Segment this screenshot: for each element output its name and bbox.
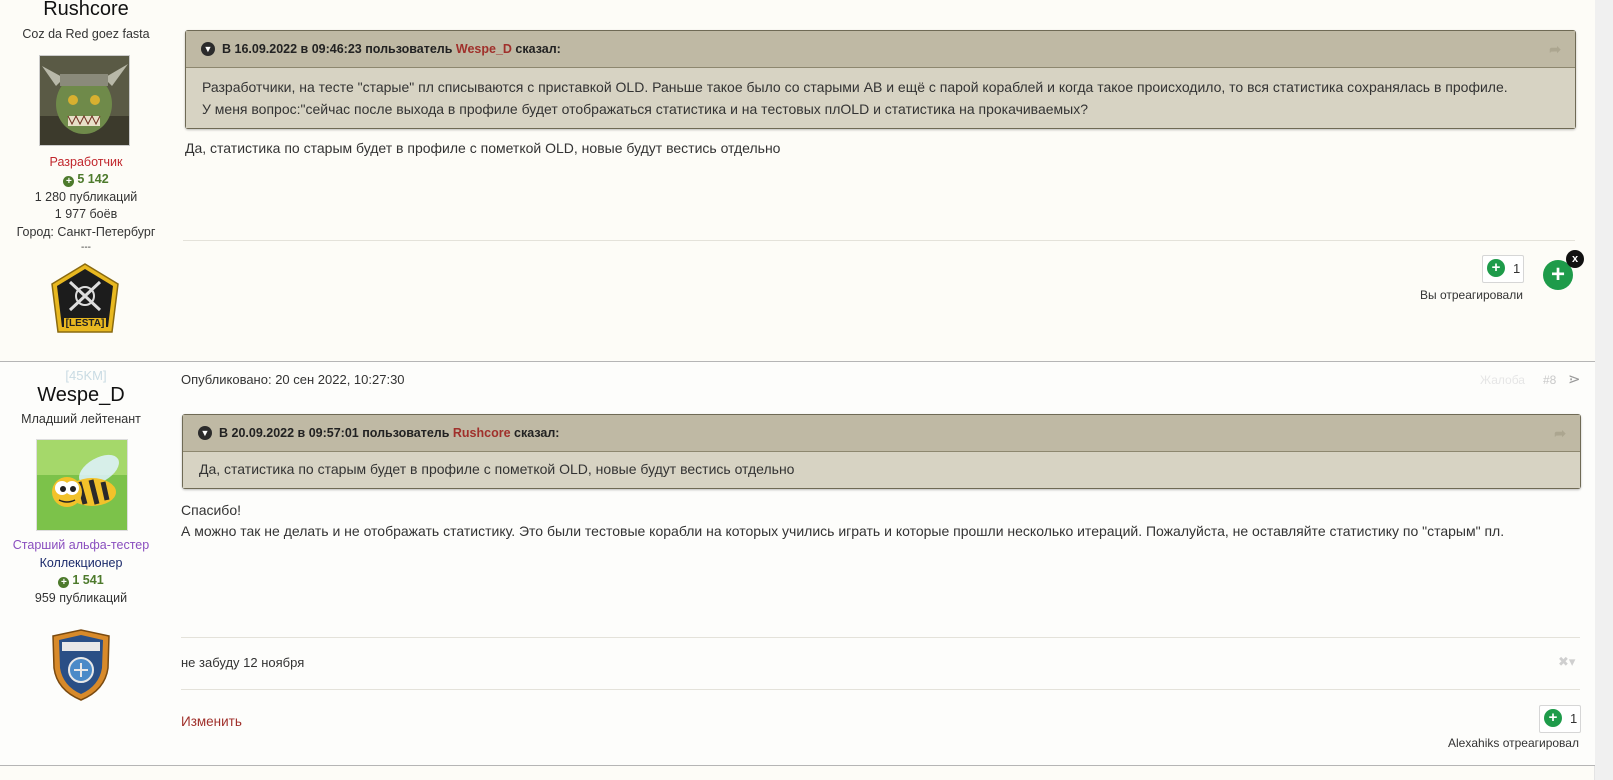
- share-icon[interactable]: ➦: [1549, 31, 1561, 67]
- divider: [181, 637, 1580, 638]
- post-number[interactable]: #8: [1543, 373, 1556, 387]
- author-reputation: +5 142: [0, 172, 172, 187]
- chevron-down-icon[interactable]: ▼: [201, 42, 215, 56]
- author-posts: 959 публикаций: [34, 591, 128, 605]
- signature-hide-icon[interactable]: ✖▾: [1558, 654, 1575, 670]
- author-reputation: +1 541: [0, 573, 162, 588]
- quote-body: Да, статистика по старым будет в профиле…: [183, 452, 1580, 488]
- badge-label: [LESTA]: [65, 318, 105, 329]
- reaction-count[interactable]: + 1: [1539, 705, 1581, 733]
- post-body-line2: А можно так не делать и не отображать ст…: [181, 523, 1505, 539]
- clan-emblem-icon: [50, 628, 112, 702]
- author-group: Старший альфа-тестер: [12, 538, 150, 552]
- share-icon[interactable]: ⋗: [1568, 370, 1581, 388]
- post-rushcore: Rushcore Coz da Red goez fasta Разработч…: [0, 0, 1595, 362]
- lesta-badge-icon: [LESTA]: [50, 262, 120, 336]
- author-avatar[interactable]: [39, 55, 130, 146]
- chevron-down-icon[interactable]: ▼: [198, 426, 212, 440]
- author-badge: Коллекционер: [39, 556, 123, 570]
- published-date: Опубликовано: 20 сен 2022, 10:27:30: [181, 372, 405, 387]
- author-group: Разработчик: [49, 155, 123, 169]
- quote-block: ▼ В 16.09.2022 в 09:46:23 пользователь W…: [185, 30, 1576, 129]
- signature: не забуду 12 ноября: [181, 655, 305, 670]
- quote-user-link[interactable]: Wespe_D: [456, 42, 512, 56]
- author-clan[interactable]: [45KM]: [0, 368, 172, 383]
- share-icon[interactable]: ➦: [1554, 415, 1566, 451]
- author-separator: ---: [81, 242, 91, 253]
- reacted-text: Вы отреагировали: [1420, 288, 1523, 302]
- plus-icon: +: [1487, 259, 1505, 277]
- report-link[interactable]: Жалоба: [1480, 373, 1525, 387]
- author-posts: 1 280 публикаций: [34, 190, 138, 204]
- edit-link[interactable]: Изменить: [181, 714, 242, 729]
- author-name[interactable]: Wespe_D: [0, 384, 162, 407]
- plus-icon: +: [63, 176, 75, 187]
- plus-icon: +: [1544, 709, 1562, 727]
- quote-header: ▼ В 16.09.2022 в 09:46:23 пользователь W…: [186, 31, 1575, 68]
- author-rank: Младший лейтенант: [21, 412, 141, 426]
- author-name[interactable]: Rushcore: [0, 0, 172, 21]
- quote-body: Разработчики, на тесте "старые" пл списы…: [186, 68, 1575, 128]
- quote-block: ▼ В 20.09.2022 в 09:57:01 пользователь R…: [182, 414, 1581, 489]
- author-title: Coz da Red goez fasta: [22, 27, 150, 41]
- divider: [181, 689, 1580, 690]
- post-body: Да, статистика по старым будет в профиле…: [185, 140, 781, 156]
- quote-header: ▼ В 20.09.2022 в 09:57:01 пользователь R…: [183, 415, 1580, 452]
- author-battles: 1 977 боёв: [54, 207, 118, 221]
- plus-icon: +: [58, 577, 70, 588]
- author-city: Город: Санкт-Петербург: [16, 225, 156, 239]
- divider: [183, 240, 1575, 241]
- reaction-count[interactable]: + 1: [1482, 255, 1524, 283]
- post-wespe: [45KM] Wespe_D Младший лейтенант Старший…: [0, 362, 1595, 766]
- author-avatar[interactable]: [36, 439, 128, 531]
- page-scrollbar[interactable]: [1594, 0, 1613, 780]
- post-body-line1: Спасибо!: [181, 502, 241, 518]
- close-icon[interactable]: x: [1566, 250, 1584, 268]
- reacted-text: Alexahiks отреагировал: [1448, 736, 1579, 750]
- quote-user-link[interactable]: Rushcore: [453, 426, 511, 440]
